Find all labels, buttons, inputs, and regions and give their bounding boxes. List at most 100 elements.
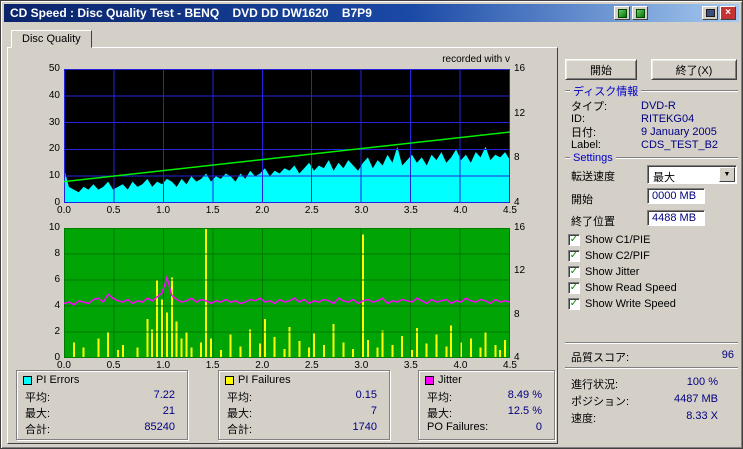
y-axis-label: 8 bbox=[54, 248, 60, 259]
checkbox-box[interactable]: ✓ bbox=[568, 266, 580, 278]
recorded-note: recorded with v bbox=[442, 54, 510, 65]
legend-value: 12.5 % bbox=[507, 405, 542, 417]
titlebar[interactable]: CD Speed : Disc Quality Test - BENQ DVD … bbox=[4, 4, 739, 22]
status-value: 8.33 X bbox=[686, 410, 718, 422]
disc-info-value: DVD-R bbox=[641, 99, 676, 112]
legend-title-text: PI Errors bbox=[36, 374, 80, 386]
settings-title: Settings bbox=[573, 152, 613, 164]
legend-row: 最大: 12.5 % bbox=[419, 404, 554, 420]
legend-box-pi-errors: PI Errors 平均: 7.22 最大: 21 合計: 85240 bbox=[16, 370, 188, 440]
y2-axis-label: 12 bbox=[514, 265, 526, 277]
checkbox-show-c1-pie[interactable]: ✓ Show C1/PIE bbox=[568, 232, 736, 248]
disc-info-header: ディスク情報 bbox=[565, 85, 738, 98]
chevron-down-icon[interactable]: ▼ bbox=[719, 167, 735, 182]
legend-value: 7.22 bbox=[153, 389, 175, 401]
legend-row: PO Failures: 0 bbox=[419, 420, 554, 436]
start-button[interactable]: 開始 bbox=[565, 59, 637, 80]
quality-score-row: 品質スコア: 96 bbox=[571, 349, 734, 365]
legend-value: 8.49 % bbox=[507, 389, 542, 401]
x-axis-label: 4.0 bbox=[453, 205, 468, 216]
pi-errors-chart bbox=[63, 69, 511, 203]
settings-header: Settings bbox=[565, 152, 738, 164]
status-row: 進行状況: 100 % bbox=[571, 376, 718, 393]
legend-label: 最大: bbox=[227, 408, 253, 420]
checkbox-box[interactable]: ✓ bbox=[568, 234, 580, 246]
status-rows: 進行状況: 100 % ポジション: 4487 MB 速度: 8.33 X bbox=[571, 376, 718, 427]
legend-title: Jitter bbox=[425, 374, 462, 386]
disc-info-value: RITEKG04 bbox=[641, 112, 695, 125]
status-value: 100 % bbox=[686, 376, 718, 388]
start-position-input[interactable]: 0000 MB bbox=[647, 188, 705, 204]
tab-disc-quality[interactable]: Disc Quality bbox=[11, 30, 92, 48]
legend-label: 最大: bbox=[25, 408, 51, 420]
status-label: 速度: bbox=[571, 413, 597, 425]
transfer-speed-select[interactable]: 最大 ▼ bbox=[647, 165, 737, 184]
x-axis-label: 1.0 bbox=[156, 205, 171, 216]
status-row: ポジション: 4487 MB bbox=[571, 393, 718, 410]
legend-value: 0 bbox=[535, 421, 542, 433]
legend-title-text: Jitter bbox=[438, 374, 462, 386]
legend-title: PI Errors bbox=[23, 374, 79, 386]
x-axis-label: 3.0 bbox=[354, 205, 369, 216]
disc-info-row: 日付: 9 January 2005 bbox=[571, 125, 737, 139]
disc-info-label: タイプ: bbox=[571, 100, 608, 113]
titlebar-tool-button-1[interactable] bbox=[614, 6, 630, 20]
status-label: ポジション: bbox=[571, 396, 630, 408]
y-axis-label: 10 bbox=[48, 222, 60, 233]
status-value: 4487 MB bbox=[673, 393, 718, 405]
legend-row: 最大: 7 bbox=[219, 404, 389, 420]
checkbox-show-read-speed[interactable]: ✓ Show Read Speed bbox=[568, 280, 736, 296]
section-line bbox=[565, 157, 570, 159]
end-position-input[interactable]: 4488 MB bbox=[647, 210, 705, 226]
legend-label: 合計: bbox=[25, 424, 51, 436]
y2-axis-label: 12 bbox=[514, 107, 526, 119]
y-axis-label: 6 bbox=[54, 274, 60, 285]
checkbox-box[interactable]: ✓ bbox=[568, 282, 580, 294]
separator bbox=[565, 367, 738, 369]
transfer-speed-value: 最大 bbox=[653, 172, 675, 184]
y2-axis-label: 8 bbox=[514, 308, 520, 320]
y-axis-label: 4 bbox=[54, 300, 60, 311]
section-line bbox=[615, 157, 738, 159]
checkbox-label: Show Write Speed bbox=[585, 298, 676, 310]
disc-info-value: CDS_TEST_B2 bbox=[641, 138, 719, 151]
pi-failures-swatch-icon bbox=[225, 375, 234, 385]
exit-button[interactable]: 終了(X) bbox=[651, 59, 737, 80]
checkbox-show-jitter[interactable]: ✓ Show Jitter bbox=[568, 264, 736, 280]
legend-row: 平均: 7.22 bbox=[17, 388, 187, 404]
disc-info-row: タイプ: DVD-R bbox=[571, 99, 737, 113]
legend-row: 平均: 0.15 bbox=[219, 388, 389, 404]
green-tool-icon bbox=[635, 8, 645, 18]
checkbox-label: Show Read Speed bbox=[585, 282, 677, 294]
app-window: CD Speed : Disc Quality Test - BENQ DVD … bbox=[0, 0, 743, 449]
legend-label: 平均: bbox=[427, 392, 453, 404]
titlebar-tool-button-2[interactable] bbox=[632, 6, 648, 20]
legend-label: 平均: bbox=[227, 392, 253, 404]
checkbox-box[interactable]: ✓ bbox=[568, 298, 580, 310]
checkbox-box[interactable]: ✓ bbox=[568, 250, 580, 262]
x-axis-label: 4.5 bbox=[503, 205, 517, 216]
y2-axis-label: 8 bbox=[514, 152, 520, 164]
status-row: 速度: 8.33 X bbox=[571, 410, 718, 427]
close-button[interactable]: × bbox=[720, 6, 736, 20]
minimize-button[interactable] bbox=[702, 6, 718, 20]
transfer-speed-label: 転送速度 bbox=[571, 171, 615, 183]
y2-axis-label: 16 bbox=[514, 63, 526, 74]
separator bbox=[565, 342, 738, 344]
legend-box-jitter: Jitter 平均: 8.49 % 最大: 12.5 % PO Failures: 0 bbox=[418, 370, 555, 440]
pi-errors-swatch-icon bbox=[23, 375, 32, 385]
checkbox-label: Show C2/PIF bbox=[585, 250, 650, 262]
legend-value: 1740 bbox=[352, 421, 377, 433]
checkbox-show-c2-pif[interactable]: ✓ Show C2/PIF bbox=[568, 248, 736, 264]
x-axis-label: 3.5 bbox=[403, 205, 418, 216]
window-title: CD Speed : Disc Quality Test - BENQ DVD … bbox=[10, 6, 372, 20]
y-axis-label: 40 bbox=[48, 89, 60, 101]
disc-info-rows: タイプ: DVD-R ID: RITEKG04 日付: 9 January 2005 Lab… bbox=[571, 99, 737, 151]
section-line bbox=[565, 90, 570, 92]
legend-label: 平均: bbox=[25, 392, 51, 404]
legend-row: 合計: 85240 bbox=[17, 420, 187, 436]
disc-info-row: Label: CDS_TEST_B2 bbox=[571, 138, 737, 151]
checkbox-label: Show C1/PIE bbox=[585, 234, 651, 246]
status-label: 進行状況: bbox=[571, 379, 619, 391]
checkbox-show-write-speed[interactable]: ✓ Show Write Speed bbox=[568, 296, 736, 312]
